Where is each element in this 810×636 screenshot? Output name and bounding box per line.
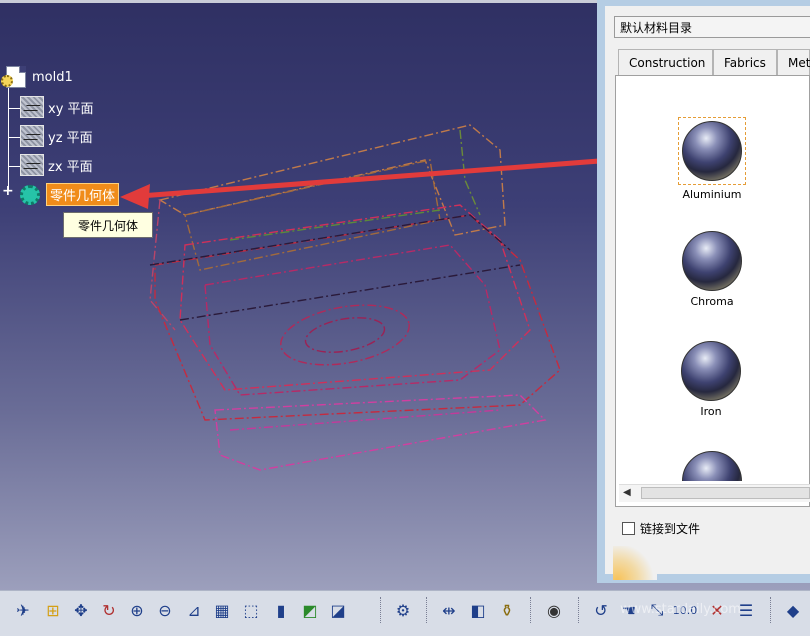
multi-view-icon[interactable]: ▦ xyxy=(211,599,233,621)
material-sphere-icon xyxy=(682,451,742,481)
material-label: Aluminium xyxy=(682,188,742,201)
zoom-out-icon[interactable]: ⊖ xyxy=(154,599,176,621)
tree-branch xyxy=(8,166,20,167)
mold-wireframe-model[interactable] xyxy=(0,0,600,590)
inertia-icon[interactable]: ◧ xyxy=(467,599,489,621)
toolbar-separator xyxy=(426,597,429,623)
tree-item-part-body[interactable]: 零件几何体 xyxy=(20,183,120,206)
material-sphere-icon xyxy=(682,121,742,181)
shading-icon[interactable]: ▮ xyxy=(270,599,292,621)
material-label: Iron xyxy=(700,405,722,418)
material-item-aluminium[interactable]: Aluminium xyxy=(667,117,757,201)
body-gear-icon xyxy=(20,184,40,205)
plane-icon xyxy=(20,96,44,118)
plane-icon xyxy=(20,154,44,176)
part-icon xyxy=(1,66,26,88)
material-item-chroma[interactable]: Chroma xyxy=(667,231,757,308)
material-sphere-icon xyxy=(682,231,742,291)
panel-body: 默认材料目录 Construction Fabrics Met Aluminiu… xyxy=(605,6,810,580)
expand-plus-icon[interactable]: + xyxy=(2,184,14,198)
zoom-in-icon[interactable]: ⊕ xyxy=(126,599,148,621)
pan-icon[interactable]: ✥ xyxy=(70,599,92,621)
scroll-left-icon[interactable]: ◀ xyxy=(623,487,631,498)
measure-icon[interactable]: ⇹ xyxy=(438,599,460,621)
fit-all-icon[interactable]: ⊞ xyxy=(42,599,64,621)
hide-show-icon[interactable]: ◩ xyxy=(299,599,321,621)
tooltip: 零件几何体 xyxy=(63,212,153,238)
material-library-panel: 默认材料目录 Construction Fabrics Met Aluminiu… xyxy=(597,0,810,583)
scroll-thumb[interactable] xyxy=(641,487,810,499)
toolbar-separator xyxy=(380,597,383,623)
analysis-icon[interactable]: ⚙ xyxy=(392,599,414,621)
toolbar-separator xyxy=(530,597,533,623)
link-label: 链接到文件 xyxy=(640,522,701,536)
toolbar-separator xyxy=(770,597,773,623)
tab-metal[interactable]: Met xyxy=(777,49,810,75)
normal-view-icon[interactable]: ⊿ xyxy=(183,599,205,621)
capture-icon[interactable]: ◉ xyxy=(543,599,565,621)
tree-item-label: xy 平面 xyxy=(48,101,94,117)
tree-branch xyxy=(8,108,20,109)
tree-item-label-selected: 零件几何体 xyxy=(46,183,120,206)
tab-construction[interactable]: Construction xyxy=(618,49,713,75)
material-item-iron[interactable]: Iron xyxy=(666,341,756,418)
material-sphere-icon xyxy=(681,341,741,401)
fly-icon[interactable]: ✈ xyxy=(12,599,34,621)
tree-root-label: mold1 xyxy=(32,69,73,85)
tree-trunk xyxy=(8,86,9,190)
tree-branch xyxy=(8,137,20,138)
tree-item-zx-plane[interactable]: zx 平面 xyxy=(20,154,93,176)
tree-item-yz-plane[interactable]: yz 平面 xyxy=(20,125,93,147)
tree-item-label: yz 平面 xyxy=(48,130,93,146)
selection-box xyxy=(678,117,746,185)
material-label: Chroma xyxy=(690,295,734,308)
gear-icon xyxy=(1,75,13,87)
tree-item-xy-plane[interactable]: xy 平面 xyxy=(20,96,94,118)
tree-root-mold1[interactable]: mold1 xyxy=(1,66,73,88)
mass-icon[interactable]: ⚱ xyxy=(496,599,518,621)
rotate-icon[interactable]: ↻ xyxy=(98,599,120,621)
plane-icon xyxy=(20,125,44,147)
tree-item-label: zx 平面 xyxy=(48,159,93,175)
toolbar-separator xyxy=(578,597,581,623)
swap-icon[interactable]: ◪ xyxy=(327,599,349,621)
link-to-file-option[interactable]: 链接到文件 xyxy=(622,520,700,537)
material-list: Aluminium Chroma Iron xyxy=(615,75,810,507)
material-item-partial[interactable] xyxy=(667,451,757,481)
update-icon[interactable]: ↺ xyxy=(590,599,612,621)
horizontal-scrollbar[interactable]: ◀ xyxy=(619,484,810,502)
pointer-arrow-head xyxy=(120,184,150,209)
iso-view-icon[interactable]: ⬚ xyxy=(240,599,262,621)
watermark: www.stardaily.com xyxy=(620,602,741,617)
link-checkbox[interactable] xyxy=(622,522,635,535)
material-icon[interactable]: ◆ xyxy=(782,599,804,621)
catalog-dropdown[interactable]: 默认材料目录 xyxy=(614,16,810,38)
tab-fabrics[interactable]: Fabrics xyxy=(713,49,777,75)
panel-footer-graphic xyxy=(613,546,657,580)
